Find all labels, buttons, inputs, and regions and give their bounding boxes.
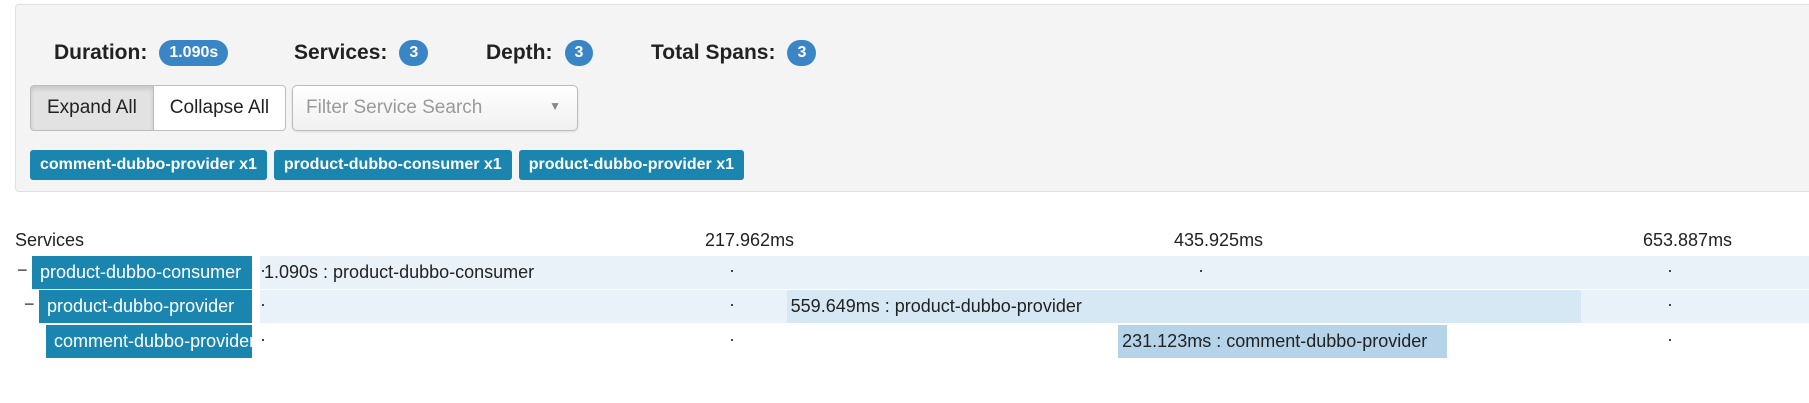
service-tag[interactable]: product-dubbo-consumer x1 xyxy=(273,150,512,180)
total-spans-label: Total Spans: xyxy=(651,41,776,64)
span-bar[interactable]: 1.090s : product-dubbo-consumer xyxy=(260,256,1807,289)
services-stat: Services: 3 xyxy=(294,40,429,66)
grid-dot xyxy=(731,339,733,341)
depth-label: Depth: xyxy=(486,41,553,64)
grid-dot xyxy=(262,339,264,341)
duration-badge: 1.090s xyxy=(159,40,229,66)
dropdown-caret-icon: ▼ xyxy=(549,99,561,113)
tick-label: 653.887ms xyxy=(1643,230,1733,250)
service-tag[interactable]: product-dubbo-provider x1 xyxy=(518,150,745,180)
span-service-label[interactable]: comment-dubbo-provider xyxy=(46,325,252,358)
grid-dot xyxy=(1200,339,1202,341)
expand-collapse-group: Expand All Collapse All xyxy=(30,85,287,131)
grid-dot xyxy=(731,304,733,306)
row-background xyxy=(260,325,1809,358)
grid-dot xyxy=(1669,270,1671,272)
span-row[interactable]: − product-dubbo-consumer 1.090s : produc… xyxy=(0,256,1809,289)
services-badge: 3 xyxy=(399,40,429,66)
service-tags: comment-dubbo-provider x1 product-dubbo-… xyxy=(30,150,751,180)
depth-badge: 3 xyxy=(564,40,594,66)
collapse-all-button[interactable]: Collapse All xyxy=(153,85,287,131)
collapse-toggle[interactable]: − xyxy=(17,260,28,281)
grid-dot xyxy=(262,270,264,272)
collapse-toggle[interactable]: − xyxy=(24,294,35,315)
services-column-header: Services xyxy=(15,230,85,250)
filter-service-select[interactable]: Filter Service Search ▼ xyxy=(292,85,578,131)
span-row[interactable]: − product-dubbo-provider 559.649ms : pro… xyxy=(0,290,1809,323)
span-bar[interactable]: 231.123ms : comment-dubbo-provider xyxy=(1118,325,1447,358)
grid-dot xyxy=(1669,339,1671,341)
span-service-label[interactable]: product-dubbo-provider xyxy=(39,290,252,323)
span-service-label[interactable]: product-dubbo-consumer xyxy=(32,256,252,289)
span-bar[interactable]: 559.649ms : product-dubbo-provider xyxy=(786,290,1582,323)
tick-label: 217.962ms xyxy=(705,230,795,250)
filter-service-placeholder: Filter Service Search xyxy=(306,97,483,118)
grid-dot xyxy=(262,304,264,306)
duration-label: Duration: xyxy=(54,41,148,64)
service-tag[interactable]: comment-dubbo-provider x1 xyxy=(30,150,267,180)
duration-stat: Duration: 1.090s xyxy=(54,40,229,66)
span-row[interactable]: comment-dubbo-provider 231.123ms : comme… xyxy=(0,325,1809,358)
total-spans-badge: 3 xyxy=(787,40,817,66)
grid-dot xyxy=(1669,304,1671,306)
total-spans-stat: Total Spans: 3 xyxy=(651,40,817,66)
depth-stat: Depth: 3 xyxy=(486,40,594,66)
expand-all-button[interactable]: Expand All xyxy=(30,85,154,131)
services-label: Services: xyxy=(294,41,388,64)
grid-dot xyxy=(731,270,733,272)
tick-label: 435.925ms xyxy=(1174,230,1264,250)
grid-dot xyxy=(1200,270,1202,272)
